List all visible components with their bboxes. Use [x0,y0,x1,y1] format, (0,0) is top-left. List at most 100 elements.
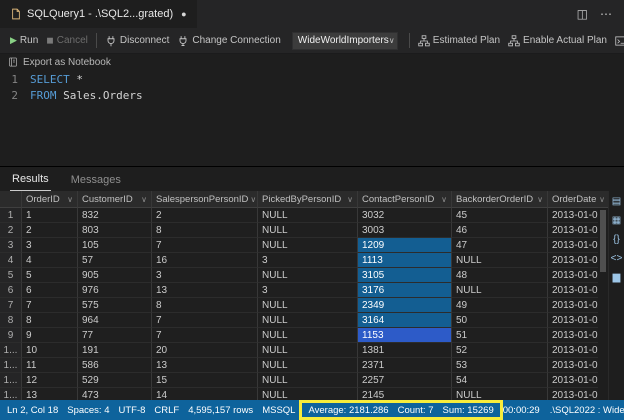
table-cell[interactable]: 1113 [358,253,452,268]
row-number-cell[interactable]: 8 [0,313,22,328]
table-cell[interactable]: NULL [452,388,548,400]
editor-tab[interactable]: SQLQuery1 - .\SQL2...grated) ● [0,0,197,28]
table-cell[interactable]: 5 [22,268,78,283]
column-filter-icon[interactable]: ∨ [441,195,447,204]
row-number-cell[interactable]: 5 [0,268,22,283]
tab-results[interactable]: Results [10,170,51,191]
table-cell[interactable]: 7 [22,298,78,313]
row-number-cell[interactable]: 7 [0,298,22,313]
status-item-cursor-position[interactable]: Ln 2, Col 18 [7,405,58,416]
row-number-cell[interactable]: 1... [0,388,22,400]
table-cell[interactable]: 50 [452,313,548,328]
table-cell[interactable]: 2349 [358,298,452,313]
table-cell[interactable]: 3 [258,253,358,268]
table-cell[interactable]: NULL [258,373,358,388]
table-cell[interactable]: 3 [22,238,78,253]
status-item-row-count[interactable]: 4,595,157 rows [188,405,253,416]
table-cell[interactable]: 49 [452,298,548,313]
table-cell[interactable]: 13 [152,358,258,373]
row-number-cell[interactable]: 1 [0,208,22,223]
select-all-corner[interactable] [0,191,22,208]
table-cell[interactable]: 12 [22,373,78,388]
save-csv-icon[interactable]: ▤ [610,196,623,208]
column-header-pickedbypersonid[interactable]: PickedByPersonID ∨ [258,191,358,208]
split-editor-icon[interactable]: ◫ [577,7,588,21]
column-filter-icon[interactable]: ∨ [250,195,256,204]
table-cell[interactable]: 6 [22,283,78,298]
table-cell[interactable]: 11 [22,358,78,373]
more-actions-icon[interactable]: ⋯ [600,7,612,21]
enable-sqlcmd-button[interactable]: Enable SQLCMD [611,33,624,49]
row-number-cell[interactable]: 9 [0,328,22,343]
table-cell[interactable]: 48 [452,268,548,283]
table-cell[interactable]: 1 [22,208,78,223]
table-cell[interactable]: 7 [152,238,258,253]
editor-line[interactable]: 1 SELECT * [0,72,624,88]
table-cell[interactable]: 15 [152,373,258,388]
save-xml-icon[interactable]: <> [610,253,623,265]
column-header-orderid[interactable]: OrderID ∨ [22,191,78,208]
table-cell[interactable]: 3105 [358,268,452,283]
table-cell[interactable]: 3176 [358,283,452,298]
export-as-notebook-button[interactable]: Export as Notebook [0,54,624,70]
table-cell[interactable]: NULL [258,388,358,400]
row-number-cell[interactable]: 1... [0,373,22,388]
table-cell[interactable]: 3032 [358,208,452,223]
row-number-cell[interactable]: 6 [0,283,22,298]
table-cell[interactable]: 54 [452,373,548,388]
column-header-backorderorderid[interactable]: BackorderOrderID ∨ [452,191,548,208]
table-cell[interactable]: 3164 [358,313,452,328]
table-cell[interactable]: 77 [78,328,152,343]
column-header-contactpersonid[interactable]: ContactPersonID ∨ [358,191,452,208]
table-cell[interactable]: 2 [152,208,258,223]
table-cell[interactable]: 1209 [358,238,452,253]
table-cell[interactable]: 53 [452,358,548,373]
enable-actual-plan-button[interactable]: Enable Actual Plan [504,33,611,49]
column-filter-icon[interactable]: ∨ [537,195,543,204]
table-cell[interactable]: 3 [152,268,258,283]
editor-line[interactable]: 2 FROM Sales.Orders [0,88,624,104]
table-cell[interactable]: 20 [152,343,258,358]
table-cell[interactable]: 10 [22,343,78,358]
table-cell[interactable]: 57 [78,253,152,268]
table-cell[interactable]: 586 [78,358,152,373]
table-cell[interactable]: 2 [22,223,78,238]
table-cell[interactable]: NULL [258,208,358,223]
table-cell[interactable]: 2257 [358,373,452,388]
save-excel-icon[interactable]: ▦ [610,215,623,227]
table-cell[interactable]: 575 [78,298,152,313]
column-filter-icon[interactable]: ∨ [141,195,147,204]
table-cell[interactable]: 52 [452,343,548,358]
column-header-salespersonpersonid[interactable]: SalespersonPersonID ∨ [152,191,258,208]
table-cell[interactable]: 3003 [358,223,452,238]
table-cell[interactable]: 2145 [358,388,452,400]
table-cell[interactable]: 13 [22,388,78,400]
connection-status[interactable]: .\SQL2022 : WideWorldImporters [550,405,624,416]
table-cell[interactable]: NULL [452,283,548,298]
database-dropdown[interactable]: WideWorldImporters ∨ [291,31,398,50]
table-cell[interactable]: 8 [22,313,78,328]
status-item-language-mode[interactable]: MSSQL [262,405,295,416]
table-cell[interactable]: 45 [452,208,548,223]
table-cell[interactable]: 16 [152,253,258,268]
table-cell[interactable]: 1153 [358,328,452,343]
row-number-cell[interactable]: 1... [0,343,22,358]
table-cell[interactable]: 14 [152,388,258,400]
table-cell[interactable]: 976 [78,283,152,298]
table-cell[interactable]: 47 [452,238,548,253]
table-cell[interactable]: 1381 [358,343,452,358]
status-item-encoding[interactable]: UTF-8 [118,405,145,416]
table-cell[interactable]: 8 [152,298,258,313]
table-cell[interactable]: 8 [152,223,258,238]
table-cell[interactable]: NULL [258,343,358,358]
tab-messages[interactable]: Messages [69,171,123,191]
table-cell[interactable]: NULL [452,253,548,268]
vertical-scrollbar[interactable] [598,208,608,400]
table-cell[interactable]: 3 [258,283,358,298]
chart-icon[interactable]: ▆ [610,272,623,284]
table-cell[interactable]: NULL [258,298,358,313]
table-cell[interactable]: NULL [258,238,358,253]
row-number-cell[interactable]: 4 [0,253,22,268]
disconnect-button[interactable]: Disconnect [101,33,173,49]
table-cell[interactable]: 529 [78,373,152,388]
